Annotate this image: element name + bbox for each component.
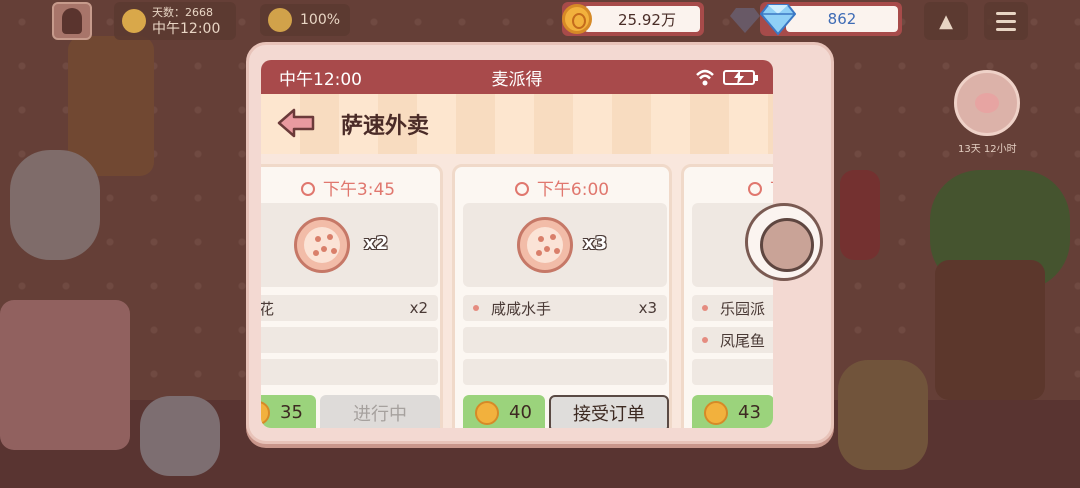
order-quantity-badge: x2	[364, 233, 389, 254]
coin-icon	[261, 400, 270, 425]
mood-panel: 100%	[260, 4, 350, 36]
order-card: 下 乐园派 凤尾鱼 43	[681, 164, 773, 428]
coin-value: 25.92万	[584, 6, 700, 32]
app-title: 萨速外卖	[341, 114, 430, 139]
order-item-qty: x2	[409, 299, 428, 317]
pie-icon	[517, 217, 573, 273]
order-time-label: 下午6:00	[536, 180, 610, 200]
menu-icon-bar	[996, 11, 1016, 15]
order-item-qty: x3	[638, 299, 657, 317]
order-line-empty	[261, 327, 438, 353]
order-item-name: 咸咸水手	[491, 299, 552, 318]
mood-value: 100%	[300, 12, 341, 28]
order-quantity-badge: x3	[583, 233, 608, 254]
diamond-shadow-icon	[730, 8, 760, 33]
order-line-empty	[463, 327, 667, 353]
bullet-icon	[702, 337, 708, 343]
order-reward: 35	[261, 395, 316, 428]
smiley-icon	[268, 8, 292, 32]
order-reward: 40	[463, 395, 545, 428]
diamond-icon	[760, 4, 796, 36]
status-bar: 麦派得 中午12:00	[261, 60, 773, 94]
order-item-name: 烟花	[261, 299, 275, 318]
order-line-item: 烟花 x2	[261, 295, 438, 321]
order-card: 下午3:45 x2 烟花 x2 35 进行中	[261, 164, 443, 428]
order-time: 下午6:00	[455, 175, 669, 200]
phone-home-button[interactable]	[745, 203, 823, 281]
coin-icon	[475, 400, 499, 425]
collapse-up-button[interactable]: ▲	[924, 2, 968, 40]
phone-device: 麦派得 中午12:00 萨速外卖 下午3:45 x2 花 x2 35 进行中 下…	[246, 42, 834, 444]
order-line-empty	[692, 359, 773, 385]
pie-icon	[294, 217, 350, 273]
coin-counter[interactable]: 25.92万	[562, 2, 704, 36]
clock-icon	[300, 182, 315, 196]
order-reward: 43	[692, 395, 773, 428]
coin-icon	[704, 400, 728, 425]
coin-icon	[562, 4, 592, 34]
hud-time: 中午12:00	[152, 21, 221, 37]
menu-button[interactable]	[984, 2, 1028, 40]
order-item-name: 凤尾鱼	[720, 331, 766, 350]
bullet-icon	[473, 305, 479, 311]
phone-screen: 麦派得 中午12:00 萨速外卖 下午3:45 x2 花 x2 35 进行中 下…	[261, 60, 773, 428]
order-card: 下午6:00 x3 咸咸水手 x3 40 接受订单	[452, 164, 672, 428]
order-item-name: 乐园派	[720, 299, 766, 318]
reward-value: 35	[280, 402, 303, 423]
status-time: 中午12:00	[279, 69, 362, 90]
order-time-label: 下	[770, 180, 773, 200]
bullet-icon	[702, 305, 708, 311]
chevron-up-icon: ▲	[939, 10, 953, 32]
menu-icon-bar	[996, 19, 1016, 23]
side-timer: 13天 12小时	[958, 144, 1017, 155]
clock-icon	[748, 182, 762, 196]
app-header: 萨速外卖	[261, 94, 773, 154]
product-box: x2	[261, 203, 438, 287]
order-line-empty	[463, 359, 667, 385]
day-count: 天数：2668	[152, 6, 213, 19]
clock-icon	[514, 182, 529, 196]
back-arrow-icon[interactable]	[277, 108, 315, 138]
order-time-label: 下午3:45	[322, 180, 396, 200]
reward-value: 43	[738, 402, 761, 423]
wifi-icon	[696, 69, 714, 86]
order-line-empty	[261, 359, 438, 385]
order-time: 下	[684, 175, 773, 200]
reward-value: 40	[509, 402, 532, 423]
product-box: x3	[463, 203, 667, 287]
day-time-panel: 天数：2668 中午12:00	[114, 2, 236, 40]
accept-order-button[interactable]: 接受订单	[549, 395, 669, 428]
menu-icon-bar	[996, 27, 1016, 31]
order-time: 下午3:45	[261, 175, 440, 200]
sun-icon	[122, 9, 146, 33]
order-line-item: 凤尾鱼	[692, 327, 773, 353]
gem-value: 862	[786, 6, 898, 32]
in-progress-button[interactable]: 进行中	[320, 395, 440, 428]
battery-icon	[723, 70, 758, 85]
gem-counter[interactable]: 862	[760, 2, 902, 36]
order-line-item: 咸咸水手 x3	[463, 295, 667, 321]
paw-button[interactable]	[954, 70, 1020, 136]
order-list[interactable]: 下午3:45 x2 烟花 x2 35 进行中	[261, 154, 773, 428]
player-avatar[interactable]	[52, 2, 92, 40]
order-line-item: 乐园派	[692, 295, 773, 321]
